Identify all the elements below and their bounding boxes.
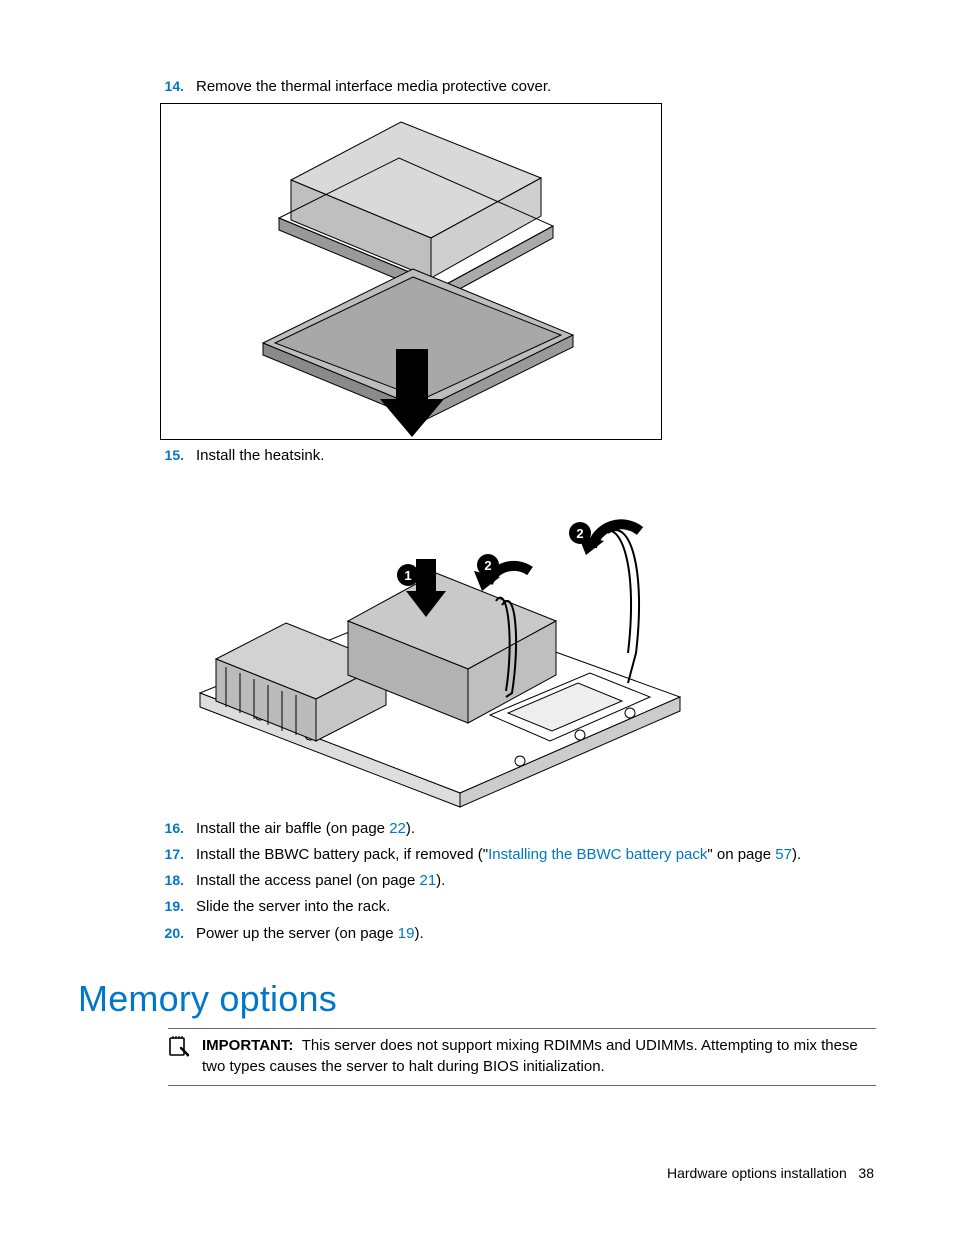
step-16: 16. Install the air baffle (on page 22). [150, 819, 876, 839]
step-text: Install the heatsink. [196, 446, 876, 466]
step-text: Install the air baffle (on page 22). [196, 819, 876, 839]
footer-section: Hardware options installation [667, 1165, 847, 1181]
thermal-cover-illustration [161, 104, 661, 439]
page-link-19[interactable]: 19 [398, 925, 415, 942]
step-20: 20. Power up the server (on page 19). [150, 924, 876, 944]
step-text: Power up the server (on page 19). [196, 924, 876, 944]
step-text: Remove the thermal interface media prote… [196, 77, 876, 97]
step-15: 15. Install the heatsink. [150, 446, 876, 466]
page-link-22[interactable]: 22 [389, 820, 406, 837]
step-number: 14. [150, 77, 196, 96]
page-link-57[interactable]: 57 [775, 846, 792, 863]
note-icon [168, 1035, 202, 1077]
step-text: Install the BBWC battery pack, if remove… [196, 845, 876, 865]
step-number: 15. [150, 446, 196, 465]
step-19: 19. Slide the server into the rack. [150, 897, 876, 917]
step-number: 17. [150, 845, 196, 864]
page: 14. Remove the thermal interface media p… [0, 0, 954, 1235]
step-text: Slide the server into the rack. [196, 897, 876, 917]
figure-box [160, 103, 662, 440]
callout-2a: 2 [484, 558, 491, 573]
link-installing-bbwc[interactable]: Installing the BBWC battery pack [488, 846, 707, 863]
step-number: 20. [150, 924, 196, 943]
figure-box: 1 2 2 [160, 473, 688, 813]
note-body: This server does not support mixing RDIM… [202, 1037, 858, 1075]
note-text: IMPORTANT: This server does not support … [202, 1035, 876, 1077]
page-link-21[interactable]: 21 [419, 872, 436, 889]
important-note: IMPORTANT: This server does not support … [168, 1028, 876, 1086]
callout-2b: 2 [576, 526, 583, 541]
step-number: 16. [150, 819, 196, 838]
step-14: 14. Remove the thermal interface media p… [150, 77, 876, 97]
step-17: 17. Install the BBWC battery pack, if re… [150, 845, 876, 865]
footer-page-number: 38 [858, 1165, 874, 1181]
callout-1: 1 [404, 568, 411, 583]
figure-install-heatsink: 1 2 2 [160, 473, 876, 813]
section-heading-memory-options: Memory options [78, 978, 876, 1020]
figure-thermal-cover [160, 103, 876, 440]
page-footer: Hardware options installation 38 [667, 1165, 874, 1181]
note-label: IMPORTANT: [202, 1037, 293, 1054]
step-text: Install the access panel (on page 21). [196, 871, 876, 891]
heatsink-install-illustration: 1 2 2 [160, 473, 688, 813]
step-18: 18. Install the access panel (on page 21… [150, 871, 876, 891]
step-number: 19. [150, 897, 196, 916]
step-number: 18. [150, 871, 196, 890]
